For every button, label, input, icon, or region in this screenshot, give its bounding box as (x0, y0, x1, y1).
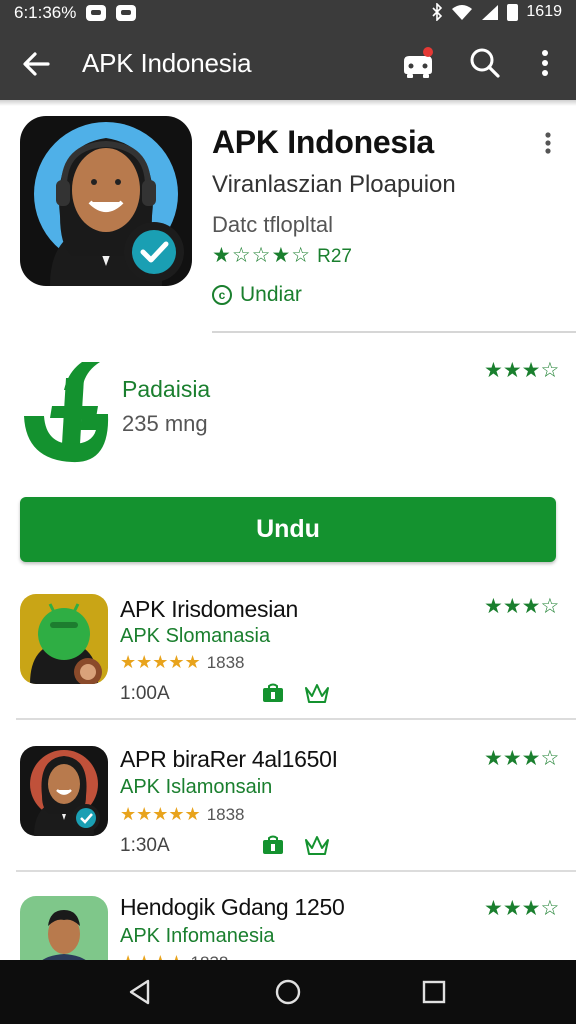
euro-logo-icon[interactable] (22, 360, 112, 464)
search-icon[interactable] (466, 44, 504, 82)
list-item-title: Hendogik Gdang 1250 (120, 894, 345, 920)
shopping-bag-icon (263, 683, 283, 702)
status-left: 6:1:36% (14, 3, 137, 23)
list-item-icon (20, 594, 108, 684)
app-bar-title: APK Indonesia (82, 48, 252, 78)
status-right: 1619 (431, 3, 562, 21)
app-bar-shadow (0, 100, 576, 106)
list-item-rating: ★★★☆ (484, 595, 560, 618)
person-avatar-icon (20, 746, 108, 836)
list-item-developer: APK Slomanasia (120, 625, 271, 647)
hero-app-icon[interactable] (20, 116, 192, 286)
hero-rating-code: R27 (317, 246, 352, 267)
status-time-right: 1619 (526, 3, 562, 20)
list-item-meta: 1:00A (120, 683, 170, 704)
featured-rating-stars: ★★★☆ (484, 359, 560, 382)
list-item-developer: APK Islamonsain (120, 776, 273, 798)
list-item-rating: ★★★☆ (484, 897, 560, 920)
notification-icon (86, 5, 107, 21)
hero-install-link[interactable]: c Undiar (212, 283, 302, 307)
avatar-illustration-icon (20, 116, 192, 286)
battery-icon (507, 3, 519, 21)
list-item-meta: 1:30A (120, 835, 170, 856)
list-item[interactable]: APK Irisdomesian APK Slomanasia ★★★★★ 183… (0, 588, 576, 738)
more-vert-icon[interactable] (530, 44, 560, 82)
signal-icon (482, 4, 499, 20)
hero-stars: ★☆☆★☆ (212, 244, 312, 267)
list-item-stars: ★★★★★ 1838 (120, 652, 245, 673)
list-item-count: 1838 (206, 805, 245, 824)
list-item-title: APR biraRer 4al1650I (120, 746, 338, 772)
list-item-title: APK Irisdomesian (120, 596, 298, 622)
crown-icon (305, 836, 329, 855)
featured-app-name[interactable]: Padaisia (122, 376, 210, 403)
list-item-stars: ★★★★★ 1838 (120, 804, 245, 825)
hero-install-label: Undiar (240, 283, 302, 306)
install-button[interactable]: Undu (20, 497, 556, 562)
divider (212, 331, 576, 333)
hero-subtitle: Viranlaszian Ploapuion (212, 171, 456, 198)
hero-title: APK Indonesia (212, 124, 434, 160)
hero-developer: Datc tflopltal (212, 212, 334, 237)
divider (16, 870, 576, 872)
hero-rating: ★☆☆★☆ R27 (212, 243, 352, 268)
list-item-rating: ★★★☆ (484, 747, 560, 770)
status-time-left: 6:1:36% (14, 3, 77, 22)
back-arrow-icon[interactable] (18, 46, 54, 82)
wifi-icon (452, 4, 473, 20)
nav-home-icon[interactable] (274, 978, 302, 1006)
status-bar: 6:1:36% 1619 (0, 0, 576, 26)
gift-icon[interactable] (398, 43, 438, 83)
bluetooth-icon (432, 3, 443, 21)
featured-app-size: 235 mng (122, 411, 208, 436)
app-bar: APK Indonesia (0, 26, 576, 100)
list-item-star-row: ★★★★★ (120, 804, 201, 824)
list-item-icon (20, 746, 108, 836)
android-avatar-icon (20, 594, 108, 684)
crown-icon (305, 684, 329, 703)
system-nav-bar (0, 960, 576, 1024)
list-item-developer: APK Infomanesia (120, 925, 275, 947)
list-item-count: 1838 (206, 653, 245, 672)
shopping-bag-icon (263, 835, 283, 854)
copyright-icon: c (212, 285, 232, 305)
nav-recent-icon[interactable] (422, 980, 446, 1004)
divider (16, 718, 576, 720)
camera-notification-icon (116, 5, 137, 21)
list-item[interactable]: APR biraRer 4al1650I APK Islamonsain ★★★… (0, 740, 576, 890)
nav-back-icon[interactable] (126, 978, 154, 1006)
more-vert-icon[interactable] (538, 128, 558, 158)
list-item-star-row: ★★★★★ (120, 652, 201, 672)
